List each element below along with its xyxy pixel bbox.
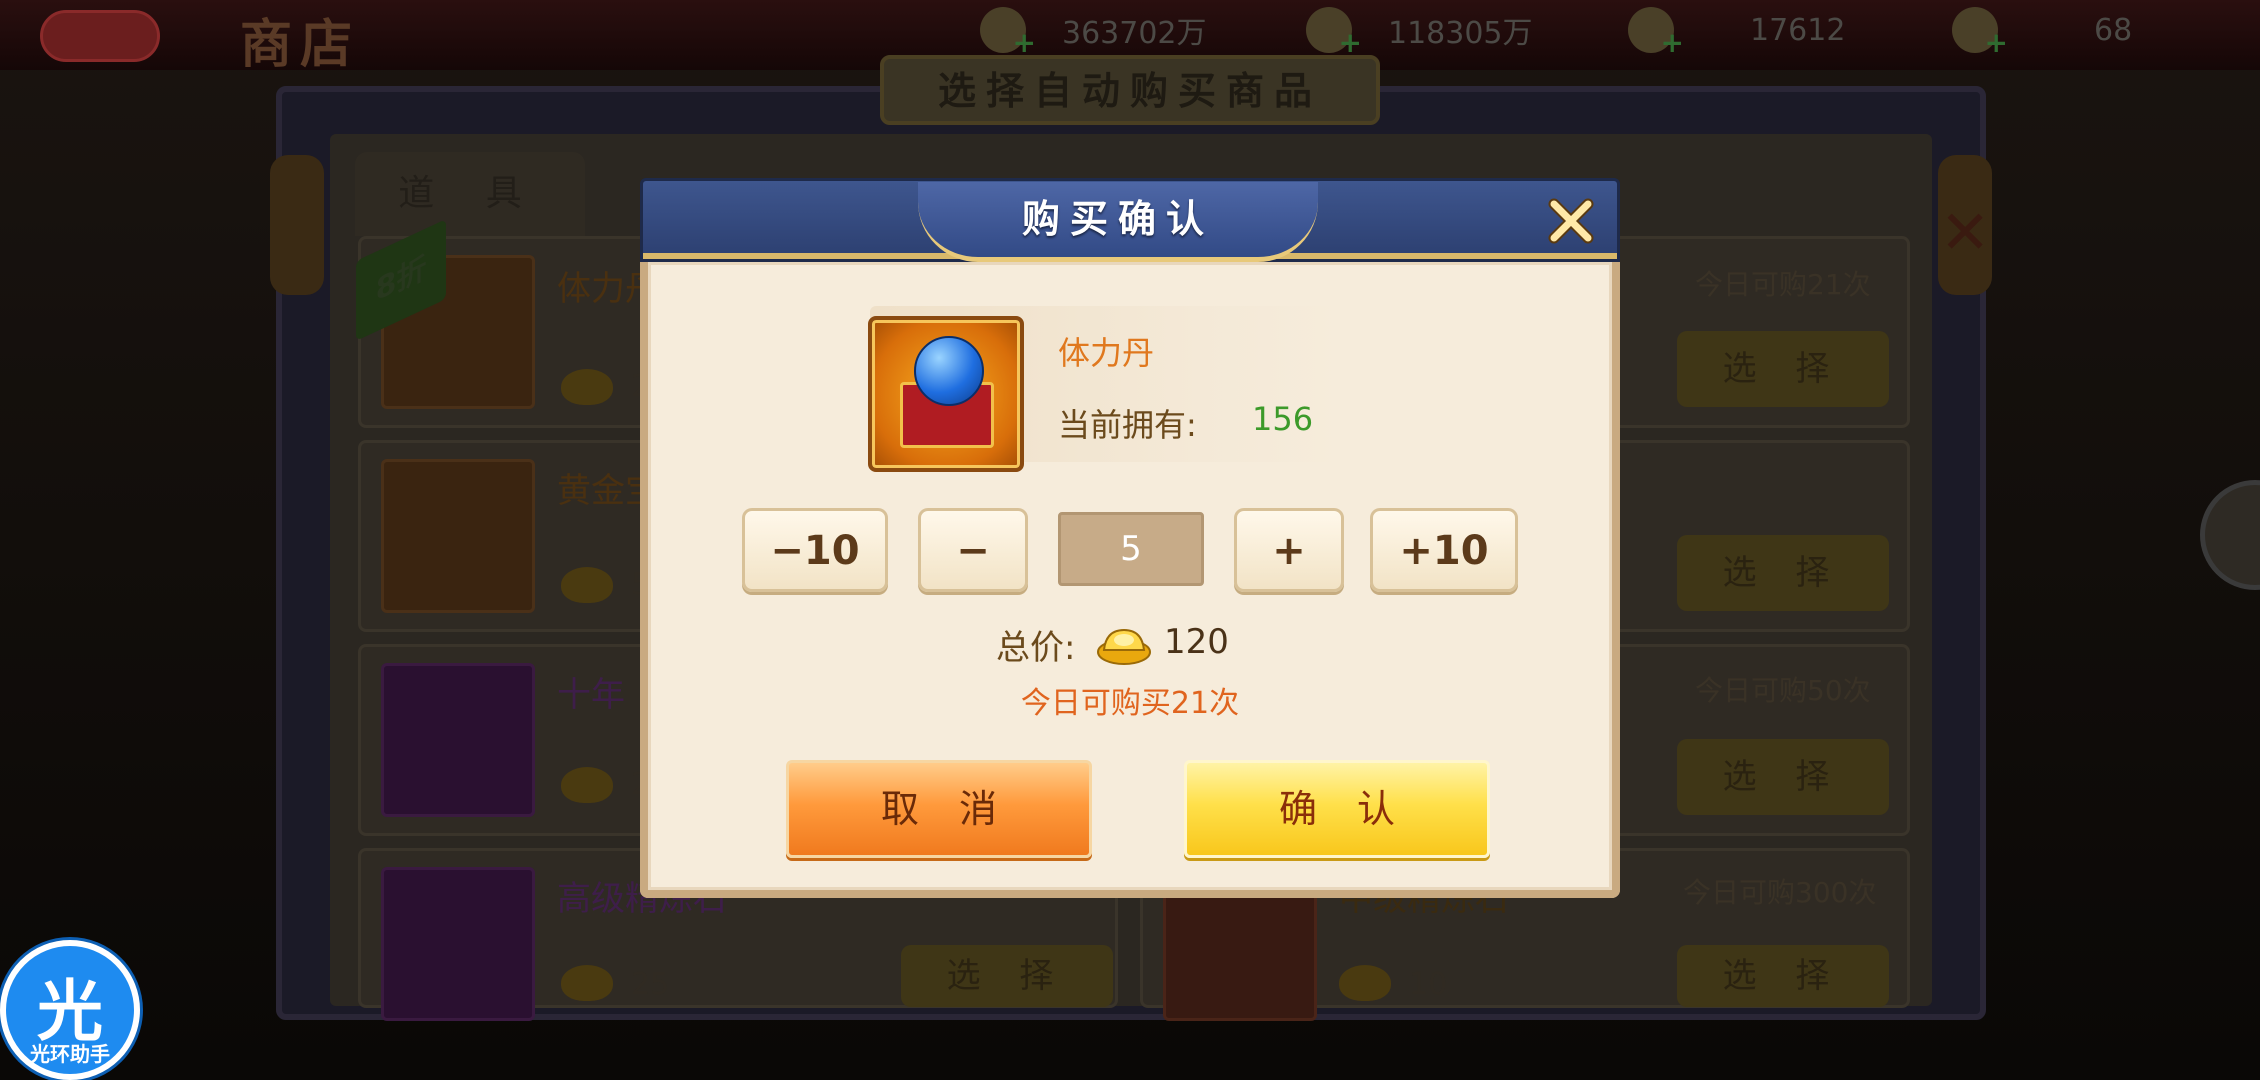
confirm-button[interactable]: 确认	[1184, 760, 1490, 858]
select-button[interactable]: 选 择	[1677, 535, 1889, 611]
total-price-value: 120	[1164, 622, 1229, 662]
item-name: 体力丹	[1058, 334, 1155, 372]
dialog-title: 购买确认	[1021, 197, 1214, 241]
avatar[interactable]	[2200, 480, 2260, 590]
row-daily-limit: 今日可购300次	[1683, 876, 1877, 909]
resource-gem[interactable]: 68	[1952, 7, 2133, 59]
resource-ingot[interactable]: 17612	[1628, 7, 1846, 59]
ingot-icon	[561, 767, 613, 803]
resource-gold[interactable]: 363702万	[980, 7, 1207, 59]
ingot-icon	[561, 369, 613, 405]
daily-limit-text: 今日可购买21次	[1020, 686, 1240, 721]
row-cost: 10	[1409, 967, 1448, 1002]
resource-silver[interactable]: 118305万	[1306, 7, 1533, 59]
gold-icon	[980, 7, 1036, 59]
row-item-name: 十年	[557, 675, 625, 715]
select-button[interactable]: 选 择	[1677, 945, 1889, 1007]
item-thumb	[381, 867, 535, 1021]
helper-app-button[interactable]: 光 光环助手	[0, 940, 140, 1080]
minus-10-button[interactable]: −10	[742, 508, 888, 592]
ingot-icon	[1096, 624, 1152, 666]
tab-items[interactable]: 道 具	[355, 152, 585, 236]
silver-coin-icon	[1306, 7, 1362, 59]
lantern-left	[270, 155, 324, 295]
back-button[interactable]	[40, 10, 160, 62]
shop-title: 商店	[240, 15, 361, 75]
ingot-icon	[1628, 7, 1684, 59]
close-button[interactable]	[1540, 190, 1602, 252]
resource-gem-value: 68	[2094, 12, 2133, 48]
total-price-label: 总价:	[996, 628, 1076, 668]
resource-gold-value: 363702万	[1062, 16, 1207, 51]
ingot-icon	[561, 567, 613, 603]
ingot-icon	[1339, 965, 1391, 1001]
plus-10-button[interactable]: +10	[1370, 508, 1518, 592]
ingot-icon	[561, 965, 613, 1001]
cancel-button[interactable]: 取消	[786, 760, 1092, 858]
resource-silver-value: 118305万	[1388, 16, 1533, 51]
row-cost: 25	[631, 967, 670, 1002]
select-button[interactable]: 选 择	[901, 945, 1113, 1007]
minus-button[interactable]: −	[918, 508, 1028, 592]
close-shop-icon[interactable]: ✕	[1940, 198, 1990, 268]
helper-label: 光环助手	[30, 1042, 110, 1066]
item-thumb	[381, 459, 535, 613]
panel-title: 选择自动购买商品	[880, 55, 1380, 125]
purchase-confirm-dialog: 购买确认 体力丹 当前拥有: 156 −10 − + +10 总价: 120 今…	[640, 178, 1620, 898]
plus-button[interactable]: +	[1234, 508, 1344, 592]
select-button[interactable]: 选 择	[1677, 331, 1889, 407]
owned-label: 当前拥有:	[1058, 406, 1197, 444]
item-orb	[914, 336, 984, 406]
close-icon	[1548, 198, 1594, 244]
quantity-input[interactable]	[1058, 512, 1204, 586]
row-daily-limit: 今日可购21次	[1695, 268, 1871, 301]
select-button[interactable]: 选 择	[1677, 739, 1889, 815]
item-thumb	[381, 663, 535, 817]
stamina-pill-icon	[868, 316, 1024, 472]
owned-value: 156	[1252, 400, 1314, 438]
resource-ingot-value: 17612	[1750, 12, 1846, 48]
gem-icon	[1952, 7, 2008, 59]
row-daily-limit: 今日可购50次	[1695, 674, 1871, 707]
